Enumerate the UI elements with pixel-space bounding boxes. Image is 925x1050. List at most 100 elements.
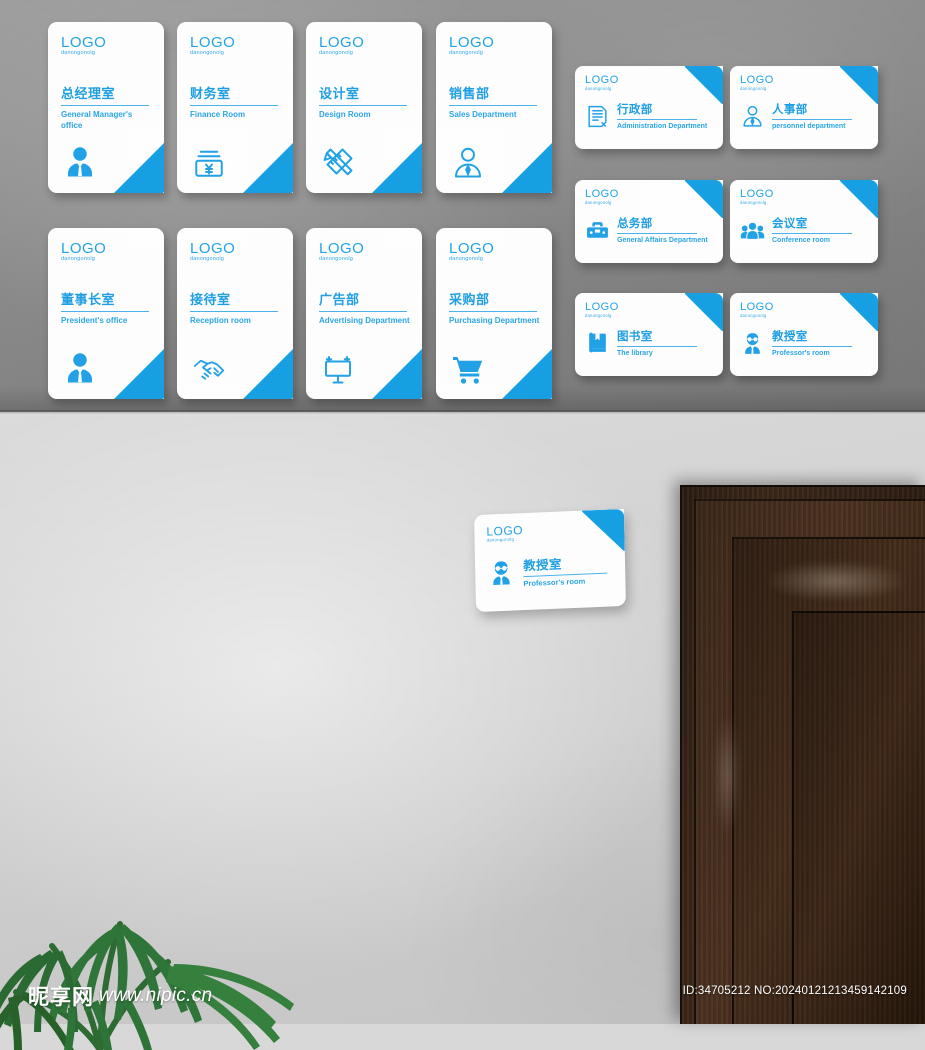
- signboard-general-affairs-department[interactable]: LOGO danongonolg 总务部 General Affairs Dep…: [575, 180, 723, 263]
- room-name-en: President's office: [61, 315, 128, 325]
- brand-logo: LOGO danongonolg: [319, 35, 411, 57]
- corner-cut: [242, 142, 293, 193]
- logo-subtitle: danongonolg: [61, 256, 96, 262]
- logo-text: LOGO: [61, 34, 107, 51]
- logo-subtitle: danongonolg: [319, 50, 354, 56]
- corner-cut: [113, 142, 164, 193]
- divider-rule: [449, 104, 537, 106]
- wooden-door: [680, 485, 925, 1024]
- signboard-sales-department[interactable]: LOGO danongonolg 销售部 Sales Department: [436, 22, 552, 193]
- room-name-cn: 广告部: [319, 291, 360, 307]
- brand-logo: LOGO danongonolg: [319, 241, 411, 263]
- professor-icon: [740, 331, 765, 356]
- signboard-professor-room-door[interactable]: LOGO danongonolg 教授室 Professor's room: [474, 508, 626, 613]
- divider-rule: [61, 310, 149, 312]
- signboard-row: 人事部 personnel department: [740, 101, 870, 131]
- wallet-yen-icon: [191, 145, 227, 181]
- room-name-en: General Affairs Department: [617, 237, 708, 245]
- signboard-text: 教授室 Professor's room: [523, 552, 618, 589]
- door-panel: [792, 611, 925, 1024]
- corner-cut: [371, 142, 422, 193]
- corner-cut: [501, 348, 552, 399]
- signboard-president-office[interactable]: LOGO danongonolg 董事长室 President's office: [48, 228, 164, 399]
- brand-logo: LOGO danongonolg: [190, 35, 282, 57]
- room-name-en: Reception room: [190, 315, 251, 325]
- brand-logo: LOGO danongonolg: [449, 241, 541, 263]
- logo-subtitle: danongonolg: [449, 256, 484, 262]
- billboard-icon: [320, 351, 356, 387]
- room-name-en: Advertising Department: [319, 315, 410, 325]
- book-icon: [585, 331, 610, 356]
- room-name-en: Purchasing Department: [449, 315, 540, 325]
- corner-cut: [371, 348, 422, 399]
- photo-scene: LOGO danongonolg 总经理室 General Manager's …: [0, 0, 925, 1050]
- signboard-advertising-department[interactable]: LOGO danongonolg 广告部 Advertising Departm…: [306, 228, 422, 399]
- signboard-finance-room[interactable]: LOGO danongonolg 财务室 Finance Room: [177, 22, 293, 193]
- signboard-design-room[interactable]: LOGO danongonolg 设计室 Design Room: [306, 22, 422, 193]
- document-icon: [585, 104, 610, 129]
- divider-rule: [190, 310, 278, 312]
- room-name-en: Sales Department: [449, 109, 517, 119]
- shopping-cart-icon: [450, 351, 486, 387]
- divider-rule: [617, 119, 697, 121]
- signboard-reception-room[interactable]: LOGO danongonolg 接待室 Reception room: [177, 228, 293, 399]
- logo-text: LOGO: [61, 240, 107, 257]
- signboard-general-manager[interactable]: LOGO danongonolg 总经理室 General Manager's …: [48, 22, 164, 193]
- room-name-en: Design Room: [319, 109, 371, 119]
- room-name-en: Administration Department: [617, 123, 708, 131]
- watermark-brand-cn: 昵享网: [28, 986, 94, 1009]
- handshake-icon: [191, 351, 227, 387]
- signboard-row: 总务部 General Affairs Department: [585, 215, 715, 245]
- corner-cut: [839, 293, 878, 332]
- logo-text: LOGO: [190, 240, 236, 257]
- door-plate-mockup[interactable]: LOGO danongonolg 教授室 Professor's room: [474, 508, 626, 613]
- signboard-text: 图书室 The library: [617, 328, 715, 358]
- divider-rule: [449, 310, 537, 312]
- site-watermark: 昵享网 www.nipic.cn: [28, 981, 212, 1011]
- logo-text: LOGO: [319, 240, 365, 257]
- corner-cut: [501, 142, 552, 193]
- logo-subtitle: danongonolg: [61, 50, 96, 56]
- room-name-en: Professor's room: [523, 576, 586, 589]
- room-name-en: Professor's room: [772, 350, 830, 358]
- signboard-text: 人事部 personnel department: [772, 101, 870, 131]
- signboard-row: 会议室 Conference room: [740, 215, 870, 245]
- logo-subtitle: danongonolg: [190, 50, 225, 56]
- divider-rule: [617, 346, 697, 348]
- logo-subtitle: danongonolg: [190, 256, 225, 262]
- door-edge-highlight: [714, 715, 740, 835]
- signboard-personnel-department[interactable]: LOGO danongonolg 人事部 personnel departmen…: [730, 66, 878, 149]
- signboard-purchasing-department[interactable]: LOGO danongonolg 采购部 Purchasing Departme…: [436, 228, 552, 399]
- divider-rule: [61, 104, 149, 106]
- watermark-url: www.nipic.cn: [99, 985, 213, 1006]
- wall-seam-divider: [0, 410, 925, 414]
- potted-palm-plant: [0, 880, 380, 1050]
- signboard-text: 行政部 Administration Department: [617, 101, 715, 131]
- corner-cut: [839, 180, 878, 219]
- room-name-cn: 设计室: [319, 85, 360, 101]
- brand-logo: LOGO danongonolg: [61, 35, 153, 57]
- corner-cut: [581, 509, 625, 554]
- logo-text: LOGO: [190, 34, 236, 51]
- brand-logo: LOGO danongonolg: [61, 241, 153, 263]
- signboard-conference-room[interactable]: LOGO danongonolg 会议室 Conference room: [730, 180, 878, 263]
- logo-text: LOGO: [449, 240, 495, 257]
- divider-rule: [617, 233, 697, 235]
- corner-cut: [242, 348, 293, 399]
- signboard-text: 会议室 Conference room: [772, 215, 870, 245]
- room-name-cn: 总经理室: [61, 85, 116, 101]
- person-tie-icon: [740, 104, 765, 129]
- signboard-administration-department[interactable]: LOGO danongonolg 行政部 Administration Depa…: [575, 66, 723, 149]
- signboard-professor-room[interactable]: LOGO danongonolg 教授室 Professor's room: [730, 293, 878, 376]
- signboard-row: 教授室 Professor's room: [487, 552, 618, 590]
- corner-cut: [839, 66, 878, 105]
- divider-rule: [772, 233, 852, 235]
- signboard-row: 行政部 Administration Department: [585, 101, 715, 131]
- photo-id-label: ID:34705212 NO:20240121213459142109: [682, 985, 907, 997]
- professor-icon: [487, 558, 516, 587]
- corner-cut: [113, 348, 164, 399]
- person-tie-icon: [450, 145, 486, 181]
- room-name-en: The library: [617, 350, 653, 358]
- signboard-row: 教授室 Professor's room: [740, 328, 870, 358]
- signboard-library[interactable]: LOGO danongonolg 图书室 The library: [575, 293, 723, 376]
